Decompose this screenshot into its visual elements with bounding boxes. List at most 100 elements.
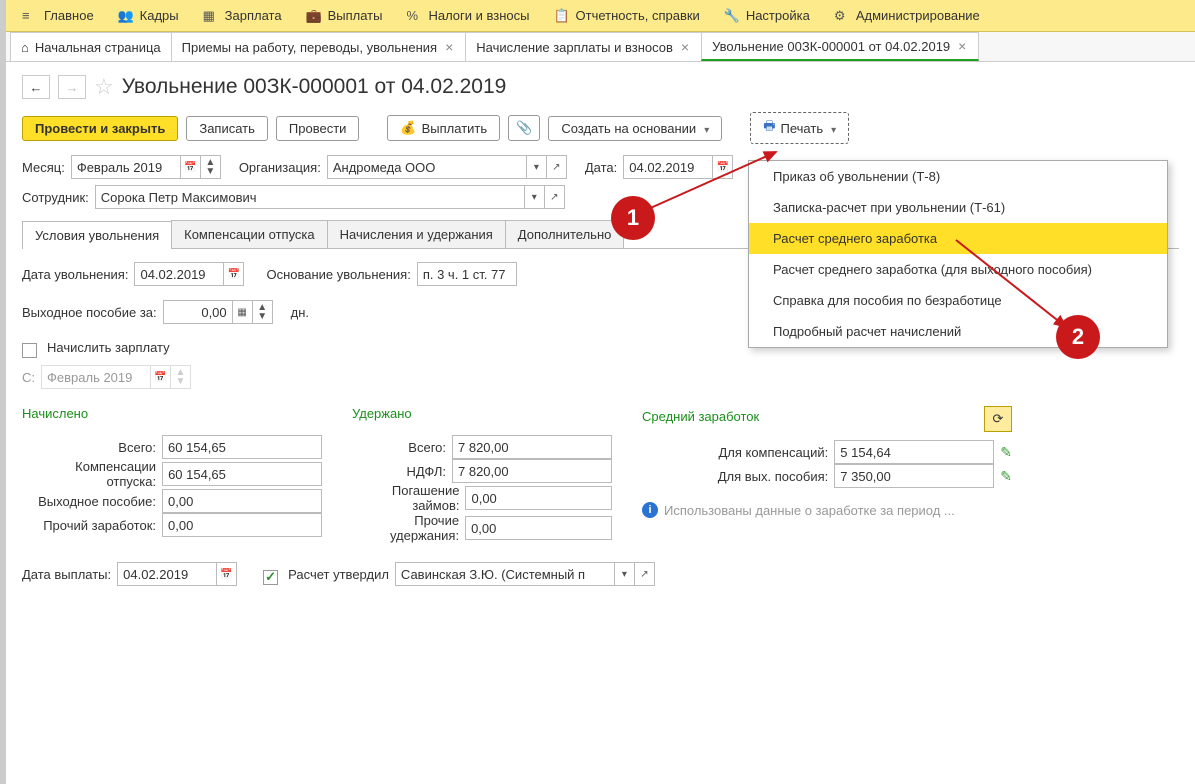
topmenu-item[interactable]: 👥Кадры [106,0,191,31]
topmenu-item[interactable]: 📋Отчетность, справки [542,0,712,31]
org-label: Организация: [239,160,321,175]
fire-date-calendar-icon[interactable]: 📅 [224,262,244,286]
tab[interactable]: Приемы на работу, переводы, увольнения× [171,32,467,61]
subtab[interactable]: Компенсации отпуска [171,220,328,248]
month-calendar-icon[interactable]: 📅 [181,155,201,179]
tab-close-icon[interactable]: × [679,39,691,55]
date-calendar-icon[interactable]: 📅 [713,155,733,179]
summary-row: Для вых. пособия: 7 350,00✎ [642,464,1012,488]
wrench-icon: 🔧 [724,8,740,24]
severance-label: Выходное пособие за: [22,305,157,320]
nav-back-button[interactable]: ← [22,75,50,99]
employee-field[interactable]: Сорока Петр Максимович [95,185,525,209]
print-menu: Приказ об увольнении (Т-8)Записка-расчет… [748,160,1168,348]
date-field[interactable]: 04.02.2019 [623,155,713,179]
tab-close-icon[interactable]: × [443,39,455,55]
subtab[interactable]: Дополнительно [505,220,625,248]
month-spinner[interactable]: ▲▼ [201,155,221,179]
month-field[interactable]: Февраль 2019 [71,155,181,179]
annotation-1: 1 [611,196,655,240]
topmenu-item[interactable]: ≡Главное [10,0,106,31]
print-menu-item[interactable]: Расчет среднего заработка [749,223,1167,254]
pay-date-calendar-icon[interactable]: 📅 [217,562,237,586]
from-month-field: Февраль 2019 [41,365,151,389]
employee-dropdown-icon[interactable]: ▾ [525,185,545,209]
home-icon: ⌂ [21,40,29,55]
month-field-group: Февраль 2019 📅 ▲▼ [71,155,221,179]
fire-date-label: Дата увольнения: [22,267,128,282]
summary-row: Погашение займов: 0,00 [352,483,612,513]
gear-icon: ⚙ [834,8,850,24]
tab-close-icon[interactable]: × [956,38,968,54]
toolbar: Провести и закрыть Записать Провести 💰 В… [6,108,1195,152]
withheld-column: Удержано Всего: 7 820,00НДФЛ: 7 820,00По… [352,406,612,543]
value-field: 7 350,00 [834,464,994,488]
refill-button[interactable]: ⟳ [984,406,1012,432]
severance-spinner[interactable]: ▲▼ [253,300,273,324]
approver-field[interactable]: Савинская З.Ю. (Системный п [395,562,615,586]
topmenu-item[interactable]: 💼Выплаты [294,0,395,31]
attach-button[interactable]: 📎 [508,115,540,141]
summary-row: Прочий заработок: 0,00 [22,513,322,537]
pay-button[interactable]: 💰 Выплатить [387,115,500,141]
topmenu-item[interactable]: ⚙Администрирование [822,0,992,31]
avg-column: Средний заработок ⟳ Для компенсаций: 5 1… [642,406,1012,543]
print-menu-item[interactable]: Расчет среднего заработка (для выходного… [749,254,1167,285]
accrue-salary-checkbox[interactable] [22,343,37,358]
severance-calc-icon[interactable]: ▦ [233,300,253,324]
refresh-icon: ⟳ [993,411,1004,427]
post-and-close-button[interactable]: Провести и закрыть [22,116,178,141]
value-field: 7 820,00 [452,459,612,483]
from-spinner: ▲▼ [171,365,191,389]
percent-icon: % [406,8,422,24]
page-title: Увольнение 00ЗК-000001 от 04.02.2019 [122,75,507,99]
approver-dropdown-icon[interactable]: ▾ [615,562,635,586]
print-menu-item[interactable]: Подробный расчет начислений [749,316,1167,347]
users-icon: 👥 [118,8,134,24]
pay-date-field[interactable]: 04.02.2019 [117,562,217,586]
subtab[interactable]: Начисления и удержания [327,220,506,248]
org-field[interactable]: Андромеда ООО [327,155,527,179]
topmenu-item[interactable]: %Налоги и взносы [394,0,541,31]
info-icon: i [642,502,658,518]
tabs-bar: ⌂Начальная страницаПриемы на работу, пер… [6,32,1195,62]
basis-label: Основание увольнения: [266,267,410,282]
approver-open-icon[interactable]: ↗ [635,562,655,586]
summary-row: Прочие удержания: 0,00 [352,513,612,543]
edit-icon[interactable]: ✎ [1000,468,1012,485]
avg-head: Средний заработок [642,409,759,424]
fire-date-field[interactable]: 04.02.2019 [134,262,224,286]
menu-icon: ≡ [22,8,38,24]
favorite-star-icon[interactable]: ☆ [94,74,114,100]
print-menu-item[interactable]: Справка для пособия по безработице [749,285,1167,316]
org-open-icon[interactable]: ↗ [547,155,567,179]
money-icon: 💰 [400,120,416,136]
org-dropdown-icon[interactable]: ▾ [527,155,547,179]
topmenu-item[interactable]: 🔧Настройка [712,0,822,31]
print-menu-item[interactable]: Приказ об увольнении (Т-8) [749,161,1167,192]
print-menu-item[interactable]: Записка-расчет при увольнении (Т-61) [749,192,1167,223]
approved-checkbox[interactable] [263,570,278,585]
print-button[interactable]: 🖶 Печать [750,112,849,144]
tab[interactable]: ⌂Начальная страница [10,32,172,61]
tab[interactable]: Увольнение 00ЗК-000001 от 04.02.2019× [701,32,979,61]
accrued-column: Начислено Всего: 60 154,65Компенсации от… [22,406,322,543]
employee-field-group: Сорока Петр Максимович ▾ ↗ [95,185,565,209]
summary-row: Выходное пособие: 0,00 [22,489,322,513]
post-button[interactable]: Провести [276,116,360,141]
nav-forward-button[interactable]: → [58,75,86,99]
tab[interactable]: Начисление зарплаты и взносов× [465,32,702,61]
create-based-on-button[interactable]: Создать на основании [548,116,722,141]
topmenu-item[interactable]: ▦Зарплата [191,0,294,31]
summary-sections: Начислено Всего: 60 154,65Компенсации от… [22,406,1179,543]
pay-date-label: Дата выплаты: [22,567,111,582]
subtab[interactable]: Условия увольнения [22,221,172,249]
severance-days-field[interactable]: 0,00 [163,300,233,324]
summary-row: Всего: 7 820,00 [352,435,612,459]
employee-open-icon[interactable]: ↗ [545,185,565,209]
save-button[interactable]: Записать [186,116,268,141]
basis-field[interactable]: п. 3 ч. 1 ст. 77 [417,262,517,286]
date-field-group: 04.02.2019 📅 [623,155,733,179]
summary-row: Всего: 60 154,65 [22,435,322,459]
edit-icon[interactable]: ✎ [1000,444,1012,461]
